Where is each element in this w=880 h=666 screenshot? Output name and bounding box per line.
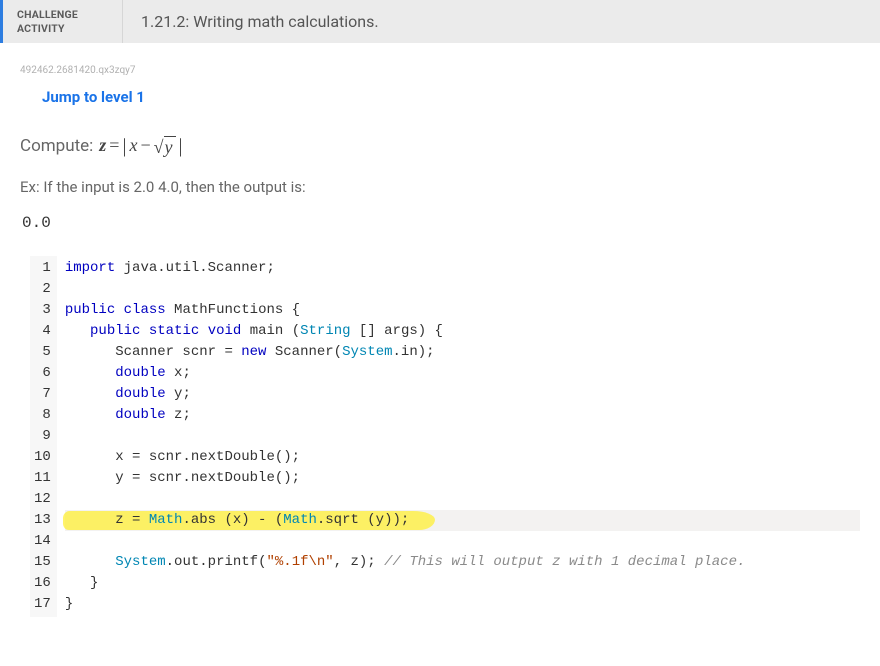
line-number: 13 — [34, 510, 51, 531]
line-number: 11 — [34, 468, 51, 489]
line-number: 17 — [34, 594, 51, 615]
code-line[interactable] — [65, 489, 860, 510]
sqrt-radicand: y — [164, 136, 176, 158]
code-line[interactable]: double z; — [65, 405, 860, 426]
code-body[interactable]: import java.util.Scanner; public class Ma… — [57, 256, 860, 617]
code-line[interactable] — [65, 279, 860, 300]
line-number: 8 — [34, 405, 51, 426]
code-line[interactable]: Scanner scnr = new Scanner(System.in); — [65, 342, 860, 363]
formula-x: x — [129, 135, 137, 156]
line-number: 14 — [34, 531, 51, 552]
meta-id: 492462.2681420.qx3zqy7 — [20, 65, 860, 76]
code-line[interactable]: double y; — [65, 384, 860, 405]
challenge-header: CHALLENGE ACTIVITY 1.21.2: Writing math … — [0, 0, 880, 43]
type-line2: ACTIVITY — [17, 22, 65, 35]
line-number: 9 — [34, 426, 51, 447]
sqrt: √ y — [154, 136, 176, 158]
code-line[interactable]: y = scnr.nextDouble(); — [65, 468, 860, 489]
formula: z = | x − √ y | — [99, 134, 182, 158]
code-line[interactable]: import java.util.Scanner; — [65, 258, 860, 279]
code-line[interactable] — [65, 531, 860, 552]
code-line[interactable]: double x; — [65, 363, 860, 384]
example-output: 0.0 — [20, 214, 860, 232]
line-number: 16 — [34, 573, 51, 594]
compute-prefix: Compute: — [20, 136, 93, 156]
activity-title: 1.21.2: Writing math calculations. — [123, 2, 397, 41]
abs-close: | — [179, 135, 183, 158]
line-number: 15 — [34, 552, 51, 573]
code-line[interactable] — [65, 426, 860, 447]
line-number: 12 — [34, 489, 51, 510]
example-text: Ex: If the input is 2.0 4.0, then the ou… — [20, 178, 860, 196]
line-number: 6 — [34, 363, 51, 384]
type-line1: CHALLENGE — [17, 8, 78, 21]
line-number: 7 — [34, 384, 51, 405]
line-number: 2 — [34, 279, 51, 300]
line-number: 1 — [34, 258, 51, 279]
code-line[interactable]: public static void main (String [] args)… — [65, 321, 860, 342]
abs-open: | — [122, 135, 126, 158]
code-line[interactable]: x = scnr.nextDouble(); — [65, 447, 860, 468]
line-number: 3 — [34, 300, 51, 321]
line-gutter: 1234567891011121314151617 — [30, 256, 57, 617]
code-line[interactable]: public class MathFunctions { — [65, 300, 860, 321]
code-editor[interactable]: 1234567891011121314151617 import java.ut… — [20, 256, 860, 617]
code-line[interactable]: } — [65, 594, 860, 615]
activity-content: 492462.2681420.qx3zqy7 Jump to level 1 C… — [0, 43, 880, 637]
code-line[interactable]: z = Math.abs (x) - (Math.sqrt (y)); — [65, 510, 860, 531]
code-line[interactable]: } — [65, 573, 860, 594]
line-number: 5 — [34, 342, 51, 363]
formula-eq: = — [109, 135, 119, 156]
formula-minus: − — [140, 135, 150, 156]
code-line[interactable]: System.out.printf("%.1f\n", z); // This … — [65, 552, 860, 573]
compute-instruction: Compute: z = | x − √ y | — [20, 134, 860, 158]
sqrt-sign: √ — [154, 138, 164, 156]
line-number: 10 — [34, 447, 51, 468]
line-number: 4 — [34, 321, 51, 342]
jump-to-level-link[interactable]: Jump to level 1 — [42, 88, 145, 106]
activity-type-label: CHALLENGE ACTIVITY — [3, 0, 123, 43]
formula-lhs: z — [99, 135, 106, 156]
